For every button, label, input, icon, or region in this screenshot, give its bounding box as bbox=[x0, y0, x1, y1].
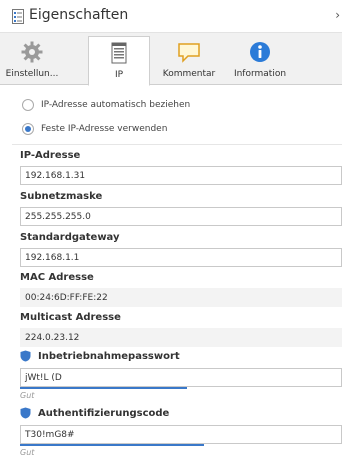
commissioning-password-heading: Inbetriebnahmepasswort bbox=[20, 350, 180, 362]
ip-address-input[interactable]: 192.168.1.31 bbox=[20, 166, 342, 185]
ip-settings-panel: IP-Adresse automatisch beziehen Feste IP… bbox=[12, 85, 342, 468]
window-title: Eigenschaften bbox=[29, 7, 129, 23]
collapse-chevron-icon[interactable]: › bbox=[335, 8, 340, 22]
divider bbox=[12, 144, 342, 145]
auth-code-label: Authentifizierungscode bbox=[38, 407, 170, 419]
tab-settings-label: Einstellun... bbox=[5, 69, 59, 79]
radio-auto-ip-circle[interactable] bbox=[22, 99, 34, 111]
auth-code-strength-label: Gut bbox=[20, 448, 35, 457]
comment-icon bbox=[178, 43, 200, 63]
gateway-input[interactable]: 192.168.1.1 bbox=[20, 248, 342, 267]
multicast-address-label: Multicast Adresse bbox=[20, 312, 121, 323]
mac-address-label: MAC Adresse bbox=[20, 272, 94, 283]
tab-information[interactable]: Information bbox=[226, 36, 294, 85]
commissioning-password-strength-bar bbox=[20, 387, 188, 389]
tab-information-label: Information bbox=[233, 69, 287, 79]
radio-fixed-ip[interactable]: Feste IP-Adresse verwenden bbox=[12, 120, 167, 138]
tab-ip[interactable]: IP bbox=[88, 36, 150, 86]
commissioning-password-input[interactable]: jWt!L (D bbox=[20, 368, 342, 387]
auth-code-heading: Authentifizierungscode bbox=[20, 407, 169, 419]
gateway-label: Standardgateway bbox=[20, 232, 120, 243]
tab-settings[interactable]: Einstellun... bbox=[4, 36, 60, 85]
gear-icon bbox=[21, 41, 43, 63]
tab-comment-label: Kommentar bbox=[162, 69, 216, 79]
ip-list-icon bbox=[111, 42, 127, 64]
radio-auto-ip-label: IP-Adresse automatisch beziehen bbox=[41, 100, 191, 110]
radio-auto-ip[interactable]: IP-Adresse automatisch beziehen bbox=[12, 96, 190, 114]
tab-comment[interactable]: Kommentar bbox=[158, 36, 220, 85]
title-bar: Eigenschaften › bbox=[0, 0, 342, 33]
shield-icon bbox=[20, 350, 31, 362]
radio-fixed-ip-circle[interactable] bbox=[22, 123, 34, 135]
shield-icon bbox=[20, 407, 31, 419]
radio-fixed-ip-label: Feste IP-Adresse verwenden bbox=[41, 124, 168, 134]
properties-icon bbox=[12, 9, 24, 24]
commissioning-password-label: Inbetriebnahmepasswort bbox=[38, 350, 180, 362]
ip-address-label: IP-Adresse bbox=[20, 150, 81, 161]
info-icon bbox=[250, 42, 270, 62]
tab-ip-label: IP bbox=[114, 70, 124, 80]
commissioning-password-strength-label: Gut bbox=[20, 391, 35, 400]
subnet-mask-label: Subnetzmaske bbox=[20, 191, 103, 202]
auth-code-strength-bar bbox=[20, 444, 204, 446]
auth-code-input[interactable]: T30!mG8# bbox=[20, 425, 342, 444]
tab-bar: Einstellun... IP Kommentar Information bbox=[0, 33, 342, 86]
multicast-address-value: 224.0.23.12 bbox=[20, 328, 342, 347]
mac-address-value: 00:24:6D:FF:FE:22 bbox=[20, 288, 342, 307]
subnet-mask-input[interactable]: 255.255.255.0 bbox=[20, 207, 342, 226]
